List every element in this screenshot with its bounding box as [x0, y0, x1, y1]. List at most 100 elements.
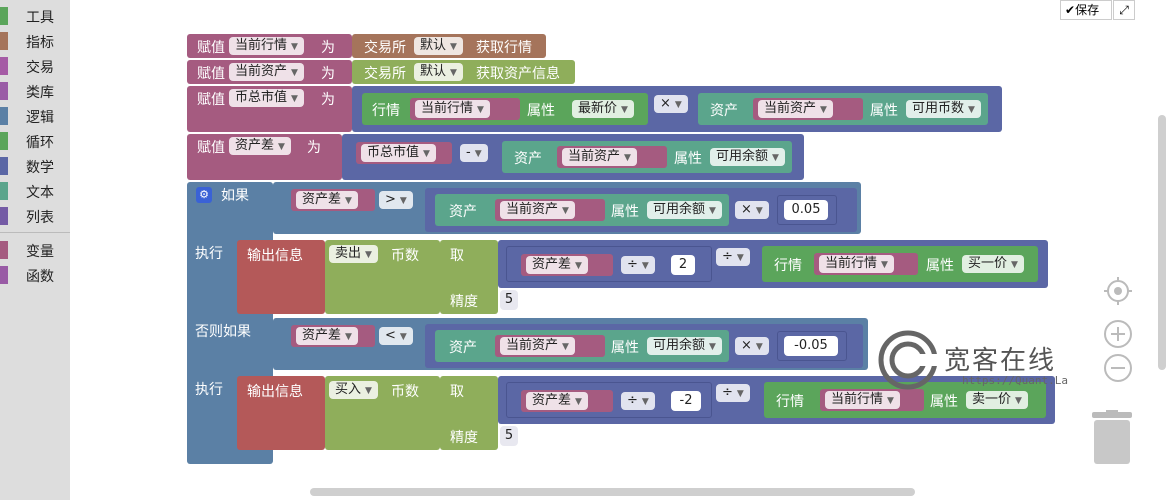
exchange-get-ticker-block[interactable]: 交易所 默认 ▼ 获取行情 — [352, 34, 546, 58]
attribute-dropdown[interactable]: 最新价 ▼ — [572, 100, 634, 118]
round-block[interactable]: 取 精度 5 — [440, 376, 518, 450]
variable-block[interactable]: 资产差 ▼ — [521, 390, 613, 412]
comparison-dropdown[interactable]: < ▼ — [379, 327, 413, 345]
exchange-get-account-block[interactable]: 交易所 默认 ▼ 获取资产信息 — [352, 60, 575, 84]
operator-dropdown[interactable]: ÷ ▼ — [621, 256, 655, 274]
gear-icon[interactable]: ⚙ — [196, 187, 212, 203]
variable-block[interactable]: 当前资产 ▼ — [495, 199, 605, 221]
number-block[interactable]: 0.05 — [777, 195, 837, 225]
zoom-out-icon[interactable] — [1103, 353, 1133, 383]
variable-dropdown[interactable]: 当前资产 ▼ — [758, 100, 833, 118]
variable-dropdown[interactable]: 币总市值 ▼ — [361, 144, 436, 162]
math-multiply-block[interactable]: 资产 当前资产 ▼ 属性 可用余额 ▼ × ▼ 0.05 — [425, 188, 857, 232]
trade-direction-dropdown[interactable]: 买入 ▼ — [329, 381, 378, 399]
exchange-dropdown[interactable]: 默认 ▼ — [414, 63, 463, 81]
comparison-dropdown[interactable]: > ▼ — [379, 191, 413, 209]
ticker-attribute-block[interactable]: 行情 当前行情 ▼ 属性 最新价 ▼ — [362, 93, 648, 125]
variable-block[interactable]: 当前资产 ▼ — [557, 146, 667, 168]
math-divide-block[interactable]: 资产差 ▼ ÷ ▼ -2 — [506, 382, 712, 418]
variable-block[interactable]: 币总市值 ▼ — [356, 142, 452, 164]
category-logic[interactable]: 逻辑 — [0, 104, 70, 128]
variable-block[interactable]: 资产差 ▼ — [521, 254, 613, 276]
print-block[interactable]: 输出信息 — [237, 376, 325, 450]
variable-dropdown[interactable]: 当前行情 ▼ — [825, 391, 900, 409]
variable-dropdown[interactable]: 资产差 ▼ — [296, 191, 358, 209]
variable-block[interactable]: 当前行情 ▼ — [410, 98, 520, 120]
variable-dropdown[interactable]: 当前资产 ▼ — [500, 337, 575, 355]
print-block[interactable]: 输出信息 — [237, 240, 325, 314]
category-tools[interactable]: 工具 — [0, 4, 70, 28]
fullscreen-icon[interactable]: ⤢ — [1113, 0, 1135, 20]
recenter-icon[interactable] — [1103, 276, 1133, 306]
compare-block[interactable]: 资产差 ▼ < ▼ 资产 当前资产 ▼ 属性 可用余额 ▼ × ▼ -0.05 — [273, 318, 868, 370]
precision-field[interactable]: 5 — [500, 290, 518, 310]
variable-dropdown[interactable]: 当前资产 ▼ — [229, 63, 304, 81]
math-divide-block[interactable]: 资产差 ▼ ÷ ▼ 2 — [506, 246, 712, 282]
asset-attribute-block[interactable]: 资产 当前资产 ▼ 属性 可用余额 ▼ — [502, 141, 792, 173]
variable-block[interactable]: 当前行情 ▼ — [814, 253, 918, 275]
compare-block[interactable]: 资产差 ▼ > ▼ 资产 当前资产 ▼ 属性 可用余额 ▼ × ▼ 0.05 — [273, 182, 861, 234]
variable-dropdown[interactable]: 资产差 ▼ — [229, 137, 291, 155]
attribute-dropdown[interactable]: 卖一价 ▼ — [966, 391, 1028, 409]
category-variables[interactable]: 变量 — [0, 238, 70, 262]
attribute-dropdown[interactable]: 可用余额 ▼ — [710, 148, 785, 166]
category-text[interactable]: 文本 — [0, 179, 70, 203]
precision-field[interactable]: 5 — [500, 426, 518, 446]
math-divide-block[interactable]: 资产差 ▼ ÷ ▼ 2 ÷ ▼ 行情 当前行情 ▼ 属性 买一价 ▼ — [498, 240, 1048, 288]
category-trading[interactable]: 交易 — [0, 54, 70, 78]
variable-dropdown[interactable]: 币总市值 ▼ — [229, 89, 304, 107]
horizontal-scrollbar[interactable] — [310, 488, 915, 496]
variable-block[interactable]: 当前资产 ▼ — [495, 335, 605, 357]
operator-dropdown[interactable]: - ▼ — [460, 144, 488, 162]
number-block[interactable]: -0.05 — [777, 331, 847, 361]
variable-dropdown[interactable]: 当前行情 ▼ — [819, 255, 894, 273]
asset-attribute-block[interactable]: 资产 当前资产 ▼ 属性 可用余额 ▼ — [435, 330, 729, 362]
variable-block[interactable]: 当前行情 ▼ — [820, 389, 924, 411]
category-indicators[interactable]: 指标 — [0, 29, 70, 53]
save-button[interactable]: ✔保存 — [1060, 0, 1112, 20]
variable-dropdown[interactable]: 当前行情 ▼ — [229, 37, 304, 55]
trade-amount-block[interactable]: 买入 ▼ 币数 — [325, 376, 440, 450]
attribute-dropdown[interactable]: 可用币数 ▼ — [906, 100, 981, 118]
variable-dropdown[interactable]: 资产差 ▼ — [526, 392, 588, 410]
operator-dropdown[interactable]: × ▼ — [735, 337, 769, 355]
operator-dropdown[interactable]: ÷ ▼ — [716, 384, 750, 402]
attribute-dropdown[interactable]: 可用余额 ▼ — [647, 201, 722, 219]
assign-block[interactable]: 赋值 币总市值 ▼ 为 — [187, 86, 352, 132]
category-library[interactable]: 类库 — [0, 79, 70, 103]
zoom-in-icon[interactable] — [1103, 319, 1133, 349]
operator-dropdown[interactable]: ÷ ▼ — [716, 248, 750, 266]
variable-dropdown[interactable]: 资产差 ▼ — [526, 256, 588, 274]
trade-direction-dropdown[interactable]: 卖出 ▼ — [329, 245, 378, 263]
variable-dropdown[interactable]: 资产差 ▼ — [296, 327, 358, 345]
operator-dropdown[interactable]: × ▼ — [654, 95, 688, 113]
trash-icon[interactable] — [1090, 410, 1134, 466]
asset-attribute-block[interactable]: 资产 当前资产 ▼ 属性 可用币数 ▼ — [698, 93, 988, 125]
assign-block[interactable]: 赋值 当前资产 ▼ 为 — [187, 60, 352, 84]
math-minus-block[interactable]: 币总市值 ▼ - ▼ 资产 当前资产 ▼ 属性 可用余额 ▼ — [342, 134, 804, 180]
attribute-dropdown[interactable]: 可用余额 ▼ — [647, 337, 722, 355]
math-multiply-block[interactable]: 行情 当前行情 ▼ 属性 最新价 ▼ × ▼ 资产 当前资产 ▼ 属性 可用币数 ▼ — [352, 86, 1002, 132]
variable-dropdown[interactable]: 当前资产 ▼ — [500, 201, 575, 219]
number-field[interactable]: -2 — [671, 391, 701, 411]
operator-dropdown[interactable]: × ▼ — [735, 201, 769, 219]
number-field[interactable]: 0.05 — [784, 200, 828, 220]
variable-dropdown[interactable]: 当前资产 ▼ — [562, 148, 637, 166]
variable-block[interactable]: 当前资产 ▼ — [753, 98, 863, 120]
exchange-dropdown[interactable]: 默认 ▼ — [414, 37, 463, 55]
trade-amount-block[interactable]: 卖出 ▼ 币数 — [325, 240, 440, 314]
round-block[interactable]: 取 精度 5 — [440, 240, 518, 314]
category-math[interactable]: 数学 — [0, 154, 70, 178]
assign-block[interactable]: 赋值 资产差 ▼ 为 — [187, 134, 342, 180]
vertical-scrollbar[interactable] — [1158, 115, 1166, 370]
block-workspace[interactable]: ✔保存 ⤢ 赋值 当前行情 ▼ 为 交易所 默认 ▼ 获取行情 赋值 当前资产 ▼ 为… — [70, 0, 1170, 500]
attribute-dropdown[interactable]: 买一价 ▼ — [962, 255, 1024, 273]
asset-attribute-block[interactable]: 资产 当前资产 ▼ 属性 可用余额 ▼ — [435, 194, 729, 226]
variable-block[interactable]: 资产差 ▼ — [291, 325, 375, 347]
category-lists[interactable]: 列表 — [0, 204, 70, 228]
assign-block[interactable]: 赋值 当前行情 ▼ 为 — [187, 34, 352, 58]
number-field[interactable]: 2 — [671, 255, 695, 275]
category-loops[interactable]: 循环 — [0, 129, 70, 153]
category-functions[interactable]: 函数 — [0, 263, 70, 287]
math-multiply-block[interactable]: 资产 当前资产 ▼ 属性 可用余额 ▼ × ▼ -0.05 — [425, 324, 863, 368]
